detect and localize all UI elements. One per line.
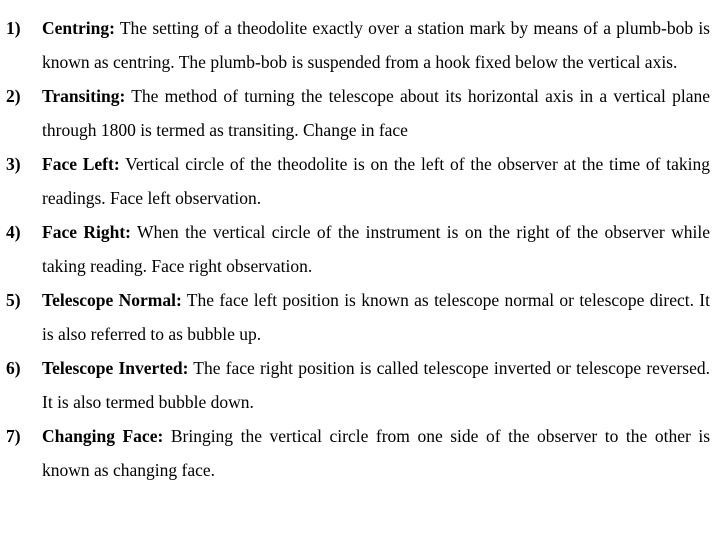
item-text: Vertical circle of the theodolite is on … — [42, 154, 711, 208]
definition-item-face-right: 4) Face Right: When the vertical circle … — [0, 215, 720, 283]
item-text: The setting of a theodolite exactly over… — [42, 18, 710, 72]
item-number: 2) — [6, 86, 21, 106]
definition-item-face-left: 3) Face Left: Vertical circle of the the… — [0, 147, 720, 215]
definition-item-telescope-inverted: 6) Telescope Inverted: The face right po… — [0, 351, 720, 419]
definition-item-centring: 1) Centring: The setting of a theodolite… — [0, 11, 720, 79]
item-term: Transiting: — [42, 86, 126, 106]
item-term: Changing Face: — [42, 426, 164, 446]
definitions-list: 1) Centring: The setting of a theodolite… — [0, 11, 720, 487]
definition-item-telescope-normal: 5) Telescope Normal: The face left posit… — [0, 283, 720, 351]
item-term: Telescope Inverted: — [42, 358, 189, 378]
item-number: 7) — [6, 426, 21, 446]
item-text: The method of turning the telescope abou… — [42, 86, 710, 140]
item-term: Telescope Normal: — [42, 290, 182, 310]
item-number: 1) — [6, 18, 21, 38]
item-term: Face Left: — [42, 154, 120, 174]
definition-item-transiting: 2) Transiting: The method of turning the… — [0, 79, 720, 147]
item-number: 3) — [6, 154, 21, 174]
item-number: 4) — [6, 222, 21, 242]
definition-item-changing-face: 7) Changing Face: Bringing the vertical … — [0, 419, 720, 487]
item-term: Centring: — [42, 18, 115, 38]
item-term: Face Right: — [42, 222, 131, 242]
item-text: When the vertical circle of the instrume… — [42, 222, 710, 276]
item-number: 5) — [6, 290, 21, 310]
item-number: 6) — [6, 358, 21, 378]
